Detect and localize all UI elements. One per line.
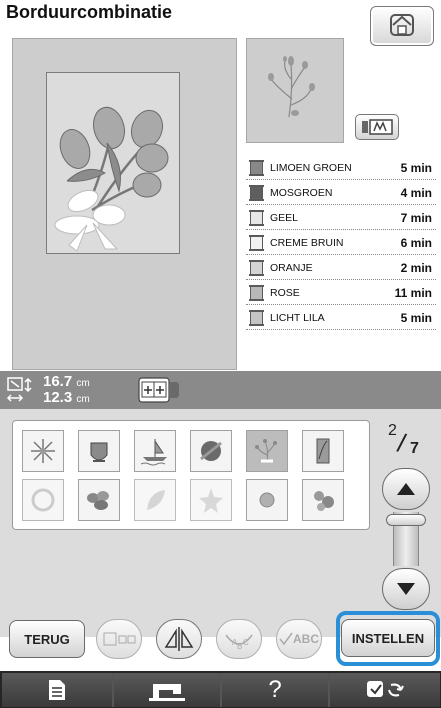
pattern-tall-flower[interactable] — [302, 430, 344, 472]
color-row: ROSE 11 min — [246, 283, 436, 305]
notes-icon — [49, 680, 65, 700]
triangle-up-icon — [397, 483, 415, 495]
arc-text-icon: ABC — [225, 634, 253, 651]
thread-display-icon — [362, 119, 393, 135]
pattern-floral-cluster[interactable] — [78, 479, 120, 521]
check-abc-label: ABC — [293, 632, 319, 646]
color-row: GEEL 7 min — [246, 208, 436, 230]
settings-button[interactable] — [330, 673, 440, 707]
home-icon — [390, 14, 414, 36]
spool-icon — [249, 185, 264, 201]
pattern-star-flower[interactable] — [190, 479, 232, 521]
triangle-down-icon — [397, 583, 415, 595]
back-button[interactable]: TERUG — [9, 620, 85, 658]
color-time: 11 min — [394, 286, 432, 300]
notes-button[interactable] — [2, 673, 114, 707]
thread-display-button[interactable] — [355, 114, 399, 140]
check-abc-icon — [279, 632, 293, 646]
color-name: MOSGROEN — [270, 187, 333, 199]
height-readout: 16.7 cm — [43, 373, 90, 390]
pattern-roses-corner[interactable] — [302, 479, 344, 521]
color-time: 5 min — [400, 161, 432, 175]
color-name: LIMOEN GROEN — [270, 162, 352, 174]
pattern-boat[interactable] — [134, 430, 176, 472]
sewing-button[interactable] — [114, 673, 222, 707]
color-name: CREME BRUIN — [270, 237, 344, 249]
page-current: 2 — [388, 422, 397, 439]
pattern-grid — [12, 420, 370, 530]
pattern-bouquet-selected[interactable] — [246, 430, 288, 472]
embroidery-frame — [46, 72, 180, 254]
thumbnail-image — [268, 56, 315, 118]
spool-icon — [249, 285, 264, 301]
combine-pattern-icon — [138, 377, 180, 403]
page-title: Borduurcombinatie — [6, 2, 173, 22]
home-button[interactable] — [370, 6, 434, 46]
pattern-globe[interactable] — [190, 430, 232, 472]
color-time: 6 min — [400, 236, 432, 250]
question-icon: ? — [268, 676, 282, 703]
pattern-leaf[interactable] — [134, 479, 176, 521]
color-name: LICHT LILA — [270, 312, 325, 324]
color-row: LIMOEN GROEN 5 min — [246, 158, 436, 180]
color-name: GEEL — [270, 212, 299, 224]
pattern-wreath[interactable] — [22, 479, 64, 521]
mirror-icon — [164, 627, 194, 651]
arc-text-button[interactable]: ABC — [216, 619, 262, 659]
scroll-up-button[interactable] — [382, 468, 430, 510]
pattern-rose[interactable] — [246, 479, 288, 521]
page-total: 7 — [410, 440, 419, 457]
scroll-thumb[interactable] — [386, 514, 426, 526]
svg-text:B: B — [237, 642, 242, 651]
check-abc-button[interactable]: ABC — [276, 619, 322, 659]
sewing-machine-icon — [149, 684, 185, 701]
height-unit: cm — [76, 378, 90, 389]
help-button[interactable]: ? — [222, 673, 330, 707]
set-button[interactable]: INSTELLEN — [341, 619, 435, 657]
pattern-snowflake[interactable] — [22, 430, 64, 472]
color-row: LICHT LILA 5 min — [246, 308, 436, 330]
spool-icon — [249, 210, 264, 226]
width-unit: cm — [76, 394, 90, 405]
layout-icon — [103, 632, 136, 646]
color-time: 2 min — [400, 261, 432, 275]
color-name: ORANJE — [270, 262, 313, 274]
color-row: CREME BRUIN 6 min — [246, 233, 436, 255]
color-row: ORANJE 2 min — [246, 258, 436, 280]
color-time: 4 min — [400, 186, 432, 200]
height-value: 16.7 — [43, 373, 73, 390]
layout-button[interactable] — [96, 619, 142, 659]
svg-text:C: C — [243, 638, 249, 647]
width-readout: 12.3 cm — [43, 389, 90, 406]
settings-icon — [367, 681, 404, 697]
color-time: 7 min — [400, 211, 432, 225]
pattern-crest[interactable] — [78, 430, 120, 472]
scroll-down-button[interactable] — [382, 568, 430, 610]
spool-icon — [249, 160, 264, 176]
color-time: 5 min — [400, 311, 432, 325]
pattern-thumbnail — [246, 38, 344, 143]
width-value: 12.3 — [43, 389, 73, 406]
size-arrows-icon — [6, 376, 36, 404]
spool-icon — [249, 235, 264, 251]
tulip-bouquet-image — [54, 106, 169, 252]
color-row: MOSGROEN 4 min — [246, 183, 436, 205]
color-name: ROSE — [270, 287, 300, 299]
spool-icon — [249, 260, 264, 276]
spool-icon — [249, 310, 264, 326]
mirror-button[interactable] — [156, 619, 202, 659]
